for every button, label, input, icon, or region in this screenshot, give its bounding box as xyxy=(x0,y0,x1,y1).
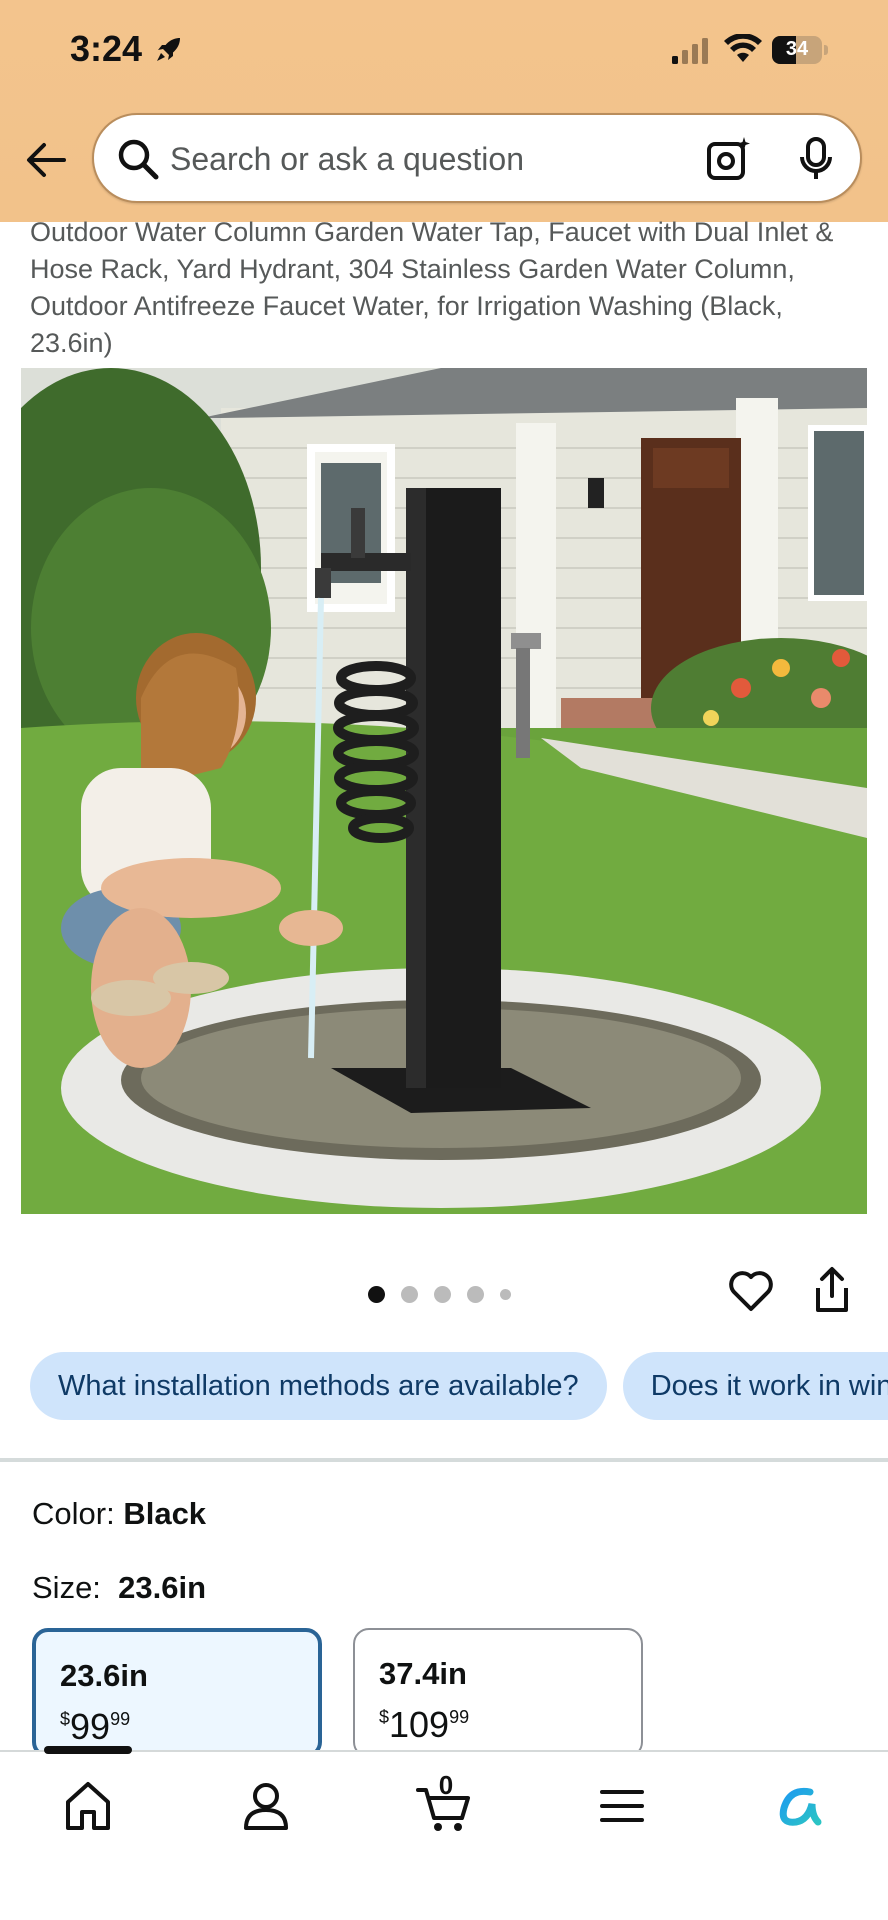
image-pagination-dots xyxy=(368,1284,511,1304)
size-selection: Size: 23.6in xyxy=(32,1570,206,1606)
size-option-name: 37.4in xyxy=(379,1656,467,1691)
question-chip[interactable]: Does it work in winter? xyxy=(622,1352,888,1420)
suggested-questions: What installation methods are available?… xyxy=(30,1352,888,1420)
pagination-dot[interactable] xyxy=(500,1288,511,1300)
product-image[interactable] xyxy=(21,368,867,1214)
camera-search-icon[interactable] xyxy=(704,135,752,183)
status-time: 3:24 xyxy=(70,28,143,69)
heart-icon[interactable] xyxy=(728,1268,774,1314)
nav-active-indicator xyxy=(44,1746,132,1754)
back-arrow-icon[interactable] xyxy=(22,136,70,184)
search-bar[interactable] xyxy=(92,113,862,203)
size-value: 23.6in xyxy=(118,1570,207,1605)
search-input[interactable] xyxy=(170,133,690,185)
share-icon[interactable] xyxy=(812,1266,852,1314)
question-chip[interactable]: What installation methods are available? xyxy=(30,1352,607,1420)
microphone-icon[interactable] xyxy=(792,135,840,183)
header: 3:24 34 xyxy=(0,0,888,222)
pagination-dot[interactable] xyxy=(467,1285,484,1303)
home-icon[interactable] xyxy=(58,1776,118,1836)
size-option-name: 23.6in xyxy=(60,1658,148,1693)
pagination-dot[interactable] xyxy=(368,1285,385,1303)
battery-icon: 34 xyxy=(772,36,828,64)
cart-count: 0 xyxy=(438,1770,454,1800)
size-option-price: $9999 xyxy=(60,1706,131,1747)
status-bar: 3:24 34 xyxy=(0,0,888,100)
size-option-37-4in[interactable]: 37.4in $10999 xyxy=(353,1628,643,1758)
pagination-dot[interactable] xyxy=(434,1285,451,1303)
cart-button[interactable]: 0 xyxy=(414,1770,474,1836)
color-selection: Color: Black xyxy=(32,1496,206,1532)
wifi-icon xyxy=(724,34,762,62)
search-icon xyxy=(118,139,159,180)
size-label: Size: xyxy=(32,1570,101,1605)
bottom-navigation: 0 xyxy=(0,1746,888,1920)
account-icon[interactable] xyxy=(236,1776,296,1836)
pagination-dot[interactable] xyxy=(401,1285,418,1303)
product-title: Outdoor Water Column Garden Water Tap, F… xyxy=(30,217,834,358)
rocket-icon xyxy=(157,38,180,61)
battery-level: 34 xyxy=(785,38,809,60)
size-option-23-6in[interactable]: 23.6in $9999 xyxy=(32,1628,322,1758)
rufus-icon[interactable] xyxy=(770,1776,830,1836)
menu-icon[interactable] xyxy=(592,1776,652,1836)
color-label: Color: xyxy=(32,1496,115,1531)
cellular-signal-icon xyxy=(672,38,708,64)
color-value: Black xyxy=(123,1496,207,1531)
section-divider xyxy=(0,1458,888,1462)
size-option-price: $10999 xyxy=(379,1704,470,1745)
product-photo xyxy=(21,368,867,1214)
